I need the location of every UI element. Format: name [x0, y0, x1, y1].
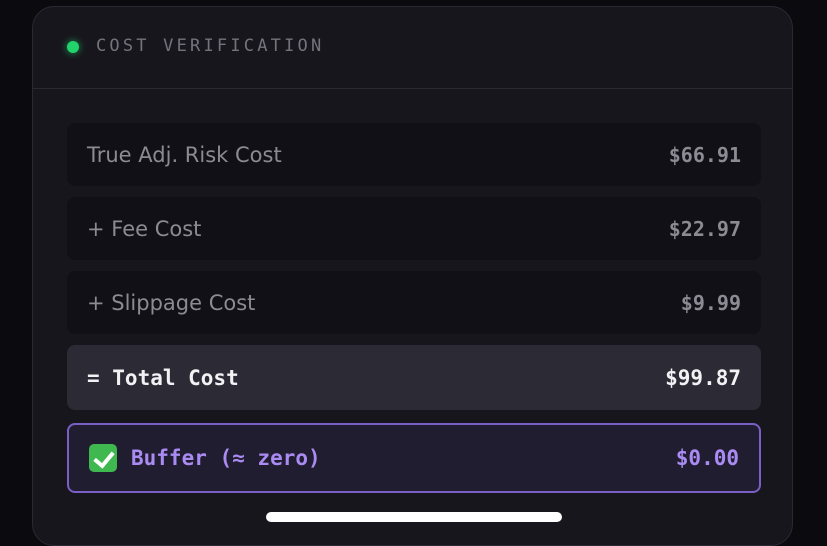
status-indicator-icon: [67, 41, 79, 53]
cost-row-slippage: + Slippage Cost $9.99: [67, 271, 761, 334]
buffer-label-group: Buffer (≈ zero): [89, 444, 321, 472]
cost-row-value: $66.91: [668, 142, 741, 167]
buffer-value: $0.00: [675, 446, 739, 470]
cost-row-value: $9.99: [680, 290, 741, 315]
panel-title: COST VERIFICATION: [96, 36, 325, 56]
total-cost-value: $99.87: [665, 365, 741, 390]
buffer-label: Buffer (≈ zero): [131, 446, 321, 470]
total-cost-label: = Total Cost: [87, 365, 239, 390]
cost-row-label: + Fee Cost: [87, 216, 202, 241]
check-icon: [89, 444, 117, 472]
home-indicator[interactable]: [266, 512, 562, 522]
cost-verification-panel: COST VERIFICATION True Adj. Risk Cost $6…: [32, 6, 793, 546]
buffer-row: Buffer (≈ zero) $0.00: [67, 423, 761, 493]
cost-row-label: + Slippage Cost: [87, 290, 256, 315]
total-cost-row: = Total Cost $99.87: [67, 345, 761, 410]
cost-row-risk: True Adj. Risk Cost $66.91: [67, 123, 761, 186]
cost-row-value: $22.97: [668, 216, 741, 241]
cost-row-label: True Adj. Risk Cost: [87, 142, 282, 167]
cost-row-fee: + Fee Cost $22.97: [67, 197, 761, 260]
panel-header: COST VERIFICATION: [33, 7, 792, 89]
